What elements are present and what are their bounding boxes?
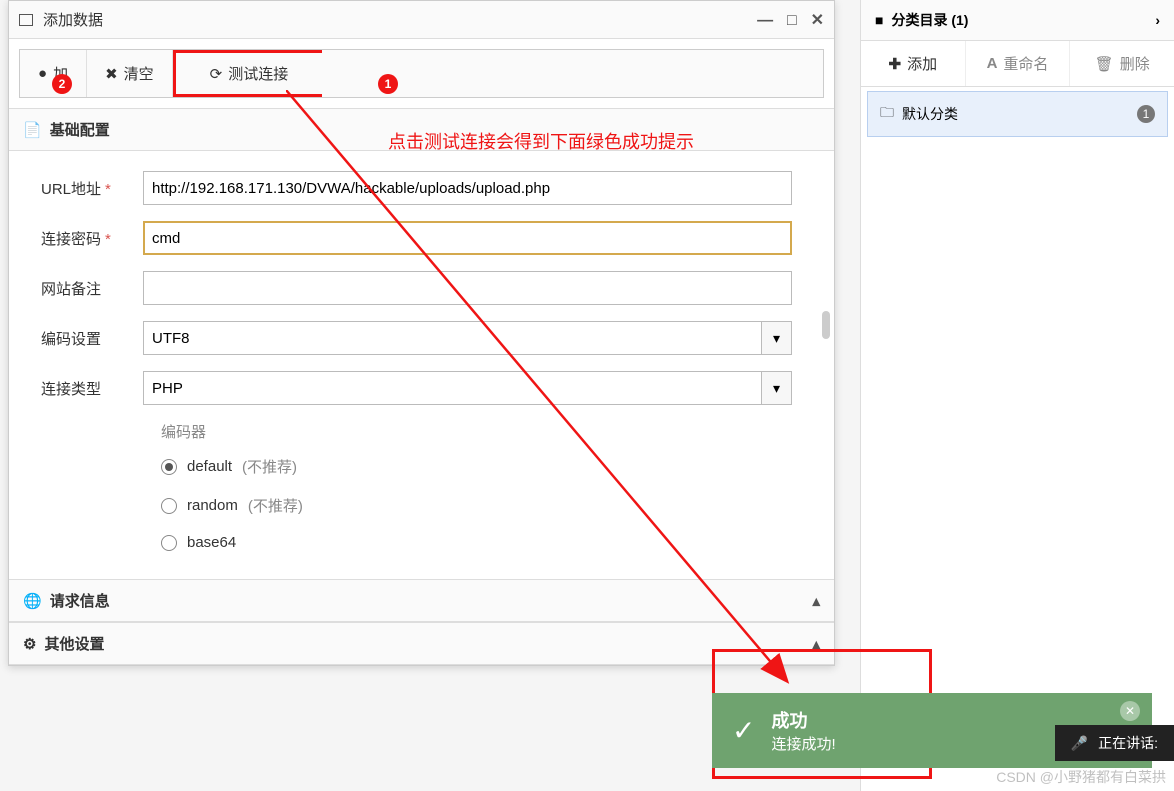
- other-settings-header[interactable]: ⚙ 其他设置 ▴: [9, 622, 834, 665]
- gear-icon: ⚙: [23, 635, 36, 653]
- toast-message: 连接成功!: [771, 733, 835, 754]
- request-info-label: 请求信息: [50, 590, 110, 611]
- conntype-select[interactable]: ▾: [143, 371, 792, 405]
- url-row: URL地址*: [23, 171, 820, 205]
- encoding-select[interactable]: ▾: [143, 321, 792, 355]
- encoding-value[interactable]: [144, 322, 761, 354]
- encoder-title: 编码器: [161, 421, 820, 442]
- sidebar-header: ■ 分类目录 (1) ›: [861, 0, 1174, 41]
- sidebar-title: 分类目录 (1): [891, 10, 968, 30]
- chevron-down-icon[interactable]: ▾: [761, 372, 791, 404]
- category-item-default[interactable]: 🗀 默认分类 1: [867, 91, 1168, 137]
- radio-icon: [161, 459, 177, 475]
- radio-icon: [161, 535, 177, 551]
- chevron-up-icon: ▴: [812, 592, 820, 610]
- sidebar-add-label: 添加: [907, 53, 937, 74]
- encoder-hint: (不推荐): [248, 495, 303, 516]
- encoder-random[interactable]: random (不推荐): [161, 495, 820, 516]
- folder-outline-icon: 🗀: [880, 102, 894, 126]
- add-data-dialog: 添加数据 — □ ✕ ● 加 ✖ 清空 ⟳ 测试连接 📄 基础配置 URL地址*: [8, 0, 835, 666]
- form-area: URL地址* 连接密码* 网站备注 编码设置 ▾ 连接类型 ▾: [9, 151, 834, 579]
- window-icon: [19, 14, 33, 26]
- test-connection-button[interactable]: ⟳ 测试连接: [173, 50, 323, 97]
- test-connection-label: 测试连接: [228, 63, 288, 84]
- conntype-label: 连接类型: [23, 378, 143, 399]
- annotation-badge-2: 2: [52, 74, 72, 94]
- font-icon: A: [987, 55, 998, 72]
- minimize-button[interactable]: —: [757, 12, 773, 30]
- sidebar-rename-button[interactable]: A 重命名: [965, 41, 1070, 86]
- encoding-row: 编码设置 ▾: [23, 321, 820, 355]
- encoder-base64[interactable]: base64: [161, 534, 820, 551]
- chevron-down-icon[interactable]: ▾: [761, 322, 791, 354]
- encoding-label: 编码设置: [23, 328, 143, 349]
- radio-icon: [161, 498, 177, 514]
- encoder-hint: (不推荐): [242, 456, 297, 477]
- window-controls: — □ ✕: [747, 10, 824, 30]
- x-icon: ✖: [105, 65, 118, 83]
- conntype-row: 连接类型 ▾: [23, 371, 820, 405]
- scrollbar[interactable]: [822, 311, 830, 339]
- note-input[interactable]: [143, 271, 792, 305]
- plus-icon: ✚: [889, 55, 902, 73]
- plus-icon: ●: [38, 65, 47, 82]
- encoder-default-label: default: [187, 458, 232, 475]
- note-row: 网站备注: [23, 271, 820, 305]
- other-settings-label: 其他设置: [44, 633, 104, 654]
- conntype-value[interactable]: [144, 372, 761, 404]
- chevron-right-icon[interactable]: ›: [1155, 12, 1160, 28]
- clear-button[interactable]: ✖ 清空: [87, 50, 173, 97]
- trash-icon: 🗑: [1095, 55, 1114, 73]
- voice-status-label: 正在讲话:: [1098, 733, 1158, 753]
- sidebar-delete-label: 删除: [1120, 53, 1150, 74]
- clear-button-label: 清空: [124, 63, 154, 84]
- annotation-badge-1: 1: [378, 74, 398, 94]
- voice-status-bar: 🎤 正在讲话:: [1055, 725, 1174, 761]
- annotation-text: 点击测试连接会得到下面绿色成功提示: [388, 128, 694, 154]
- password-input[interactable]: [143, 221, 792, 255]
- password-row: 连接密码*: [23, 221, 820, 255]
- note-label: 网站备注: [23, 278, 143, 299]
- globe-icon: 🌐: [23, 592, 42, 610]
- watermark: CSDN @小野猪都有白菜拱: [996, 767, 1166, 787]
- toast-close-button[interactable]: ✕: [1120, 701, 1140, 721]
- sidebar-rename-label: 重命名: [1003, 53, 1048, 74]
- mic-icon: 🎤: [1071, 735, 1088, 752]
- category-item-count: 1: [1137, 105, 1155, 123]
- dialog-titlebar: 添加数据 — □ ✕: [9, 1, 834, 39]
- password-label: 连接密码*: [23, 228, 143, 249]
- sidebar-toolbar: ✚ 添加 A 重命名 🗑 删除: [861, 41, 1174, 87]
- maximize-button[interactable]: □: [787, 12, 797, 30]
- folder-icon: ■: [875, 12, 883, 28]
- file-icon: 📄: [23, 121, 42, 139]
- url-label: URL地址*: [23, 178, 143, 199]
- sidebar-delete-button[interactable]: 🗑 删除: [1069, 41, 1174, 86]
- request-info-header[interactable]: 🌐 请求信息 ▴: [9, 579, 834, 622]
- close-button[interactable]: ✕: [811, 10, 824, 30]
- url-input[interactable]: [143, 171, 792, 205]
- basic-config-label: 基础配置: [50, 119, 110, 140]
- dialog-toolbar: ● 加 ✖ 清空 ⟳ 测试连接: [19, 49, 824, 98]
- encoder-block: 编码器 default (不推荐) random (不推荐) base64: [161, 421, 820, 551]
- dialog-title: 添加数据: [43, 9, 747, 30]
- toast-title: 成功: [771, 707, 835, 733]
- sidebar-add-button[interactable]: ✚ 添加: [861, 41, 965, 86]
- category-item-label: 默认分类: [902, 104, 958, 124]
- encoder-base64-label: base64: [187, 534, 236, 551]
- encoder-default[interactable]: default (不推荐): [161, 456, 820, 477]
- spinner-icon: ⟳: [210, 65, 223, 83]
- check-icon: ✓: [732, 714, 755, 747]
- encoder-random-label: random: [187, 497, 238, 514]
